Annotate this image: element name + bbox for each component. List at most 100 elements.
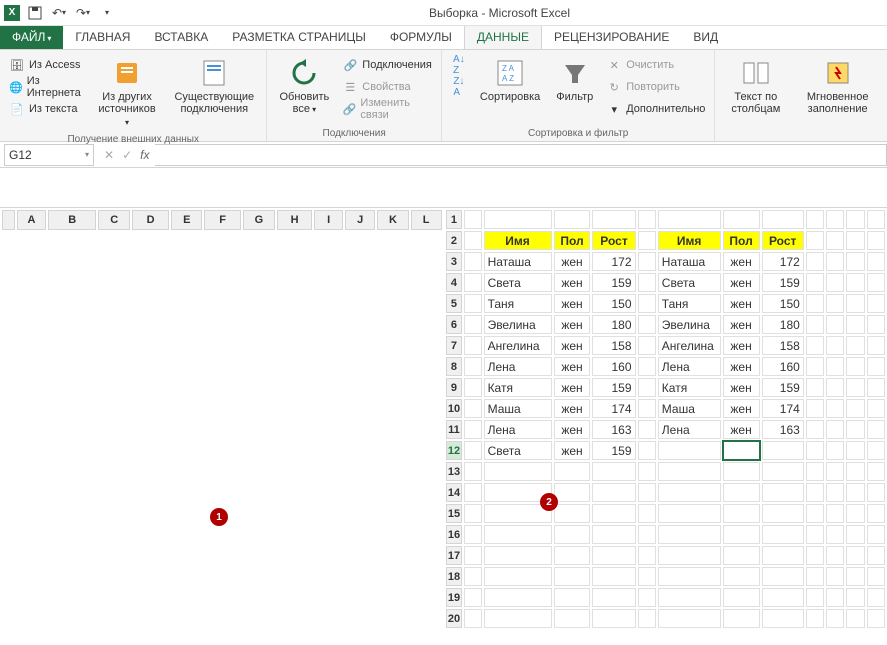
existing-connections-button[interactable]: Существующие подключения xyxy=(168,54,260,118)
cell[interactable] xyxy=(484,609,552,628)
cell[interactable] xyxy=(846,462,864,481)
col-header[interactable]: E xyxy=(171,210,202,230)
cell[interactable] xyxy=(658,483,721,502)
cell[interactable] xyxy=(826,462,844,481)
cell[interactable] xyxy=(867,231,885,250)
cell[interactable] xyxy=(658,504,721,523)
cell[interactable] xyxy=(867,399,885,418)
cell[interactable] xyxy=(592,462,635,481)
cell[interactable]: жен xyxy=(723,252,760,271)
cell[interactable] xyxy=(867,273,885,292)
advanced-filter-button[interactable]: ▾Дополнительно xyxy=(603,98,708,120)
from-access-button[interactable]: 🗄Из Access xyxy=(6,54,86,76)
cell[interactable]: жен xyxy=(723,399,760,418)
cell[interactable] xyxy=(826,588,844,607)
cell[interactable] xyxy=(464,462,481,481)
cell[interactable] xyxy=(806,546,824,565)
cell[interactable] xyxy=(826,210,844,229)
cell[interactable]: 150 xyxy=(762,294,804,313)
cell[interactable] xyxy=(484,567,552,586)
row-header[interactable]: 14 xyxy=(446,483,463,502)
cell[interactable]: 159 xyxy=(592,273,635,292)
cell[interactable]: Катя xyxy=(484,378,552,397)
filter-button[interactable]: Фильтр xyxy=(550,54,599,106)
cell[interactable] xyxy=(762,441,804,460)
cell[interactable]: 163 xyxy=(762,420,804,439)
cell[interactable]: Ангелина xyxy=(658,336,721,355)
row-header[interactable]: 16 xyxy=(446,525,463,544)
cancel-icon[interactable]: ✕ xyxy=(104,148,114,162)
cell[interactable] xyxy=(554,609,591,628)
formula-input[interactable] xyxy=(155,144,887,166)
cell[interactable] xyxy=(867,420,885,439)
cell[interactable] xyxy=(723,567,760,586)
row-header[interactable]: 15 xyxy=(446,504,463,523)
cell[interactable] xyxy=(464,357,481,376)
cell[interactable]: 159 xyxy=(762,378,804,397)
row-header[interactable]: 19 xyxy=(446,588,463,607)
from-other-sources-button[interactable]: Из других источников ▾ xyxy=(90,54,164,132)
cell[interactable]: Эвелина xyxy=(658,315,721,334)
redo-button[interactable]: ↷▾ xyxy=(74,4,92,22)
cell[interactable]: 158 xyxy=(592,336,635,355)
cell[interactable]: Маша xyxy=(484,399,552,418)
tab-home[interactable]: ГЛАВНАЯ xyxy=(63,26,142,49)
cell[interactable]: Имя xyxy=(484,231,552,250)
cell[interactable] xyxy=(826,567,844,586)
cell[interactable]: 180 xyxy=(592,315,635,334)
cell[interactable]: Таня xyxy=(484,294,552,313)
col-header[interactable]: G xyxy=(243,210,275,230)
cell[interactable]: 159 xyxy=(762,273,804,292)
undo-button[interactable]: ↶▾ xyxy=(50,4,68,22)
cell[interactable] xyxy=(658,546,721,565)
cell[interactable] xyxy=(806,357,824,376)
chevron-down-icon[interactable]: ▾ xyxy=(85,150,89,159)
cell[interactable]: 159 xyxy=(592,378,635,397)
col-header[interactable]: K xyxy=(377,210,408,230)
cell[interactable] xyxy=(762,483,804,502)
cell[interactable] xyxy=(723,609,760,628)
cell[interactable]: 172 xyxy=(762,252,804,271)
cell[interactable]: жен xyxy=(554,252,591,271)
cell[interactable] xyxy=(867,378,885,397)
save-button[interactable] xyxy=(26,4,44,22)
cell[interactable] xyxy=(658,462,721,481)
tab-file[interactable]: ФАЙЛ▾ xyxy=(0,26,63,49)
cell[interactable] xyxy=(554,588,591,607)
cell[interactable]: 174 xyxy=(592,399,635,418)
refresh-all-button[interactable]: Обновить все ▾ xyxy=(273,54,335,119)
cell[interactable] xyxy=(762,567,804,586)
cell[interactable] xyxy=(826,399,844,418)
connections-button[interactable]: 🔗Подключения xyxy=(339,54,435,76)
cell[interactable] xyxy=(464,504,481,523)
cell[interactable]: жен xyxy=(723,420,760,439)
cell[interactable] xyxy=(806,252,824,271)
row-header[interactable]: 11 xyxy=(446,420,463,439)
cell[interactable] xyxy=(638,525,656,544)
col-header[interactable]: L xyxy=(411,210,442,230)
cell[interactable] xyxy=(638,252,656,271)
cell[interactable] xyxy=(484,588,552,607)
cell[interactable] xyxy=(638,504,656,523)
cell[interactable] xyxy=(638,273,656,292)
cell[interactable] xyxy=(554,462,591,481)
cell[interactable] xyxy=(554,483,591,502)
cell[interactable] xyxy=(826,504,844,523)
cell[interactable] xyxy=(846,546,864,565)
cell[interactable] xyxy=(867,462,885,481)
cell[interactable] xyxy=(638,357,656,376)
cell[interactable] xyxy=(826,357,844,376)
cell[interactable] xyxy=(554,210,591,229)
cell[interactable] xyxy=(723,588,760,607)
cell[interactable] xyxy=(464,525,481,544)
cell[interactable] xyxy=(638,609,656,628)
cell[interactable] xyxy=(867,504,885,523)
row-header[interactable]: 6 xyxy=(446,315,463,334)
cell[interactable] xyxy=(806,504,824,523)
tab-view[interactable]: ВИД xyxy=(681,26,730,49)
cell[interactable] xyxy=(658,210,721,229)
cell[interactable] xyxy=(464,609,481,628)
cell[interactable]: Лена xyxy=(484,357,552,376)
cell[interactable]: жен xyxy=(554,357,591,376)
cell[interactable] xyxy=(723,546,760,565)
